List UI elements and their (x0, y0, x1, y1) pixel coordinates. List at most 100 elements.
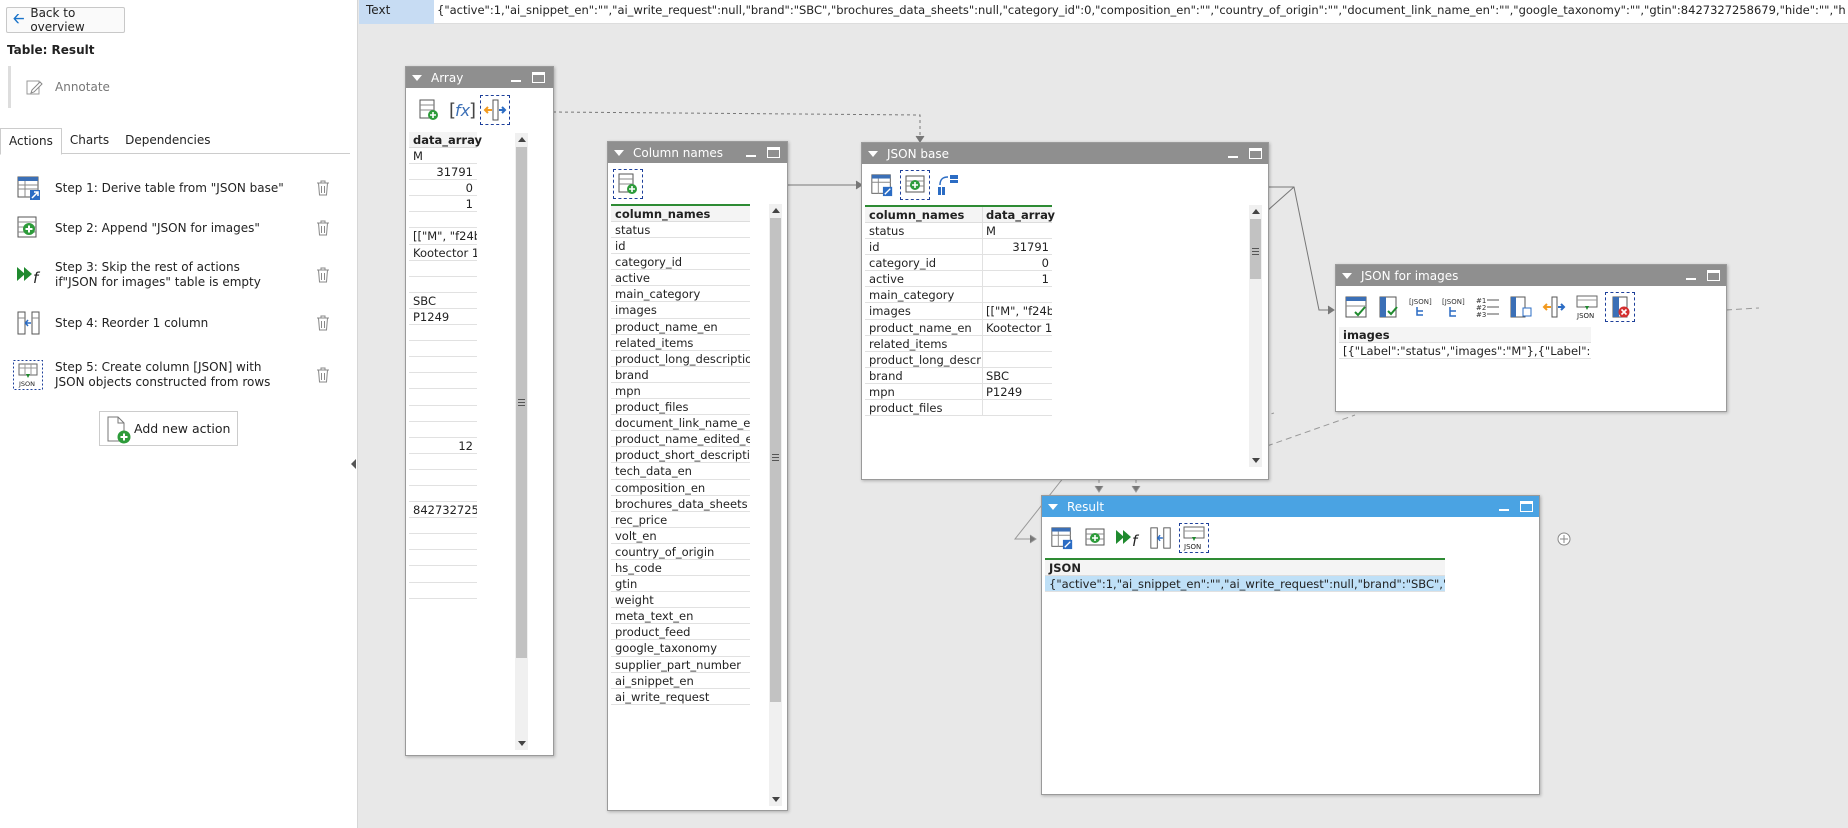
cell-column-name[interactable]: status (865, 223, 983, 239)
node-json-for-images[interactable]: JSON for images [JSON] [JSON] #1 #2 #3 J… (1335, 264, 1727, 412)
table-row[interactable]: 31791 (409, 164, 477, 181)
table-row[interactable]: images (611, 302, 750, 319)
reorder-button[interactable] (1146, 523, 1176, 553)
cell-column-name[interactable]: main_category (865, 287, 983, 303)
table-row[interactable] (409, 389, 477, 406)
filter-table-button[interactable] (1341, 292, 1371, 322)
append-table-button[interactable] (414, 95, 444, 125)
table-row[interactable]: ai_write_request (611, 689, 750, 705)
cell-column-name[interactable]: images (865, 303, 983, 319)
step-1[interactable]: Step 1: Derive table from "JSON base" (0, 175, 350, 201)
table-row[interactable]: brand (611, 367, 750, 383)
table-row[interactable]: ai_snippet_en (611, 673, 750, 689)
table-row[interactable]: mpn (611, 383, 750, 400)
scroll-up-icon[interactable] (1252, 209, 1260, 214)
cell-column-name[interactable]: product_files (865, 400, 983, 416)
append-table-button[interactable] (1080, 523, 1110, 553)
table-row[interactable]: product_name_en (611, 319, 750, 335)
table-row[interactable]: status M (865, 223, 1052, 240)
cell-column-name[interactable]: brand (865, 367, 983, 383)
collapse-triangle-icon[interactable] (1048, 503, 1058, 510)
node-result[interactable]: Result f JSON JSON {"active":1,"ai_snipp… (1041, 495, 1540, 795)
json-column-button[interactable]: JSON (1179, 523, 1209, 553)
data-grid[interactable]: column_names status id category_id active ma… (611, 204, 750, 705)
collapse-triangle-icon[interactable] (614, 149, 624, 156)
table-row[interactable]: product_short_descripti... (611, 447, 750, 464)
table-row[interactable]: status (611, 222, 750, 239)
scroll-up-icon[interactable] (518, 137, 526, 142)
cell-data-array[interactable] (983, 400, 1052, 415)
node-column-names[interactable]: Column names column_names status id catego… (607, 141, 788, 811)
table-row[interactable]: Kootector 12... (409, 245, 477, 261)
table-row[interactable] (409, 550, 477, 567)
column-header[interactable]: data_array (409, 132, 482, 148)
scroll-thumb[interactable] (1250, 219, 1261, 279)
table-row[interactable]: 84273272586... (409, 502, 477, 519)
minimize-icon[interactable] (1228, 156, 1238, 158)
cell-data-array[interactable]: P1249 (983, 384, 1052, 399)
scroll-down-icon[interactable] (772, 797, 780, 802)
back-to-overview-button[interactable]: 🡠 Back to overview (6, 6, 125, 34)
table-row[interactable]: id 31791 (865, 239, 1052, 256)
table-row[interactable] (409, 518, 477, 535)
table-row[interactable]: supplier_part_number (611, 657, 750, 673)
table-row[interactable]: country_of_origin (611, 544, 750, 560)
table-row[interactable]: product_name_edited_en (611, 431, 750, 448)
delete-column-button[interactable] (1605, 292, 1635, 322)
node-json-base[interactable]: JSON base column_names data_array status… (861, 142, 1269, 480)
table-row[interactable]: product_files (865, 400, 1052, 417)
node-array[interactable]: Array [fx] data_array M3179101 [["M", "f2… (405, 66, 554, 756)
vertical-scrollbar[interactable] (769, 204, 782, 806)
table-row[interactable]: category_id (611, 254, 750, 271)
table-row[interactable]: 1 (409, 196, 477, 213)
parse-json-button[interactable]: [JSON] (1407, 292, 1437, 322)
node-header[interactable]: JSON base (862, 143, 1268, 164)
table-row[interactable]: product_feed (611, 624, 750, 641)
table-row[interactable]: document_link_name_en (611, 415, 750, 432)
table-row[interactable]: main_category (611, 286, 750, 303)
cell-data-array[interactable] (983, 287, 1052, 302)
table-row[interactable]: images[["M", "f24b6... (865, 303, 1052, 320)
cell-data-array[interactable] (983, 336, 1052, 351)
table-row[interactable]: gtin (611, 576, 750, 593)
maximize-icon[interactable] (532, 72, 545, 83)
append-table-button[interactable] (900, 170, 930, 200)
cell-column-name[interactable]: related_items (865, 335, 983, 351)
cell-column-name[interactable]: mpn (865, 383, 983, 400)
derive-table-button[interactable] (1047, 523, 1077, 553)
collapse-triangle-icon[interactable] (1342, 272, 1352, 279)
minimize-icon[interactable] (1686, 278, 1696, 280)
table-row[interactable] (409, 470, 477, 486)
trash-icon[interactable] (316, 267, 330, 283)
table-row[interactable] (409, 406, 477, 422)
data-grid[interactable]: data_array M3179101 [["M", "f24b6...Koote… (409, 132, 482, 599)
table-row[interactable]: rec_price (611, 512, 750, 528)
table-row[interactable] (409, 422, 477, 438)
step-4[interactable]: Step 4: Reorder 1 column (0, 310, 350, 336)
table-row[interactable] (409, 373, 477, 390)
table-row[interactable] (409, 212, 477, 229)
column-header[interactable]: JSON (1045, 560, 1445, 576)
step-5[interactable]: JSON Step 5: Create column [JSON] with J… (0, 360, 350, 390)
column-header[interactable]: column_names (865, 207, 983, 222)
table-row[interactable]: tech_data_en (611, 463, 750, 480)
trash-icon[interactable] (316, 367, 330, 383)
parse-json-columns-button[interactable]: [JSON] (1440, 292, 1470, 322)
annotate-button[interactable]: Annotate (8, 66, 348, 108)
reorder-button[interactable] (480, 95, 510, 125)
table-row[interactable] (409, 325, 477, 342)
formula-button[interactable]: [fx] (447, 95, 477, 125)
json-column-button[interactable]: JSON (1572, 292, 1602, 322)
collapse-triangle-icon[interactable] (868, 150, 878, 157)
table-row[interactable]: product_name_enKootector 12... (865, 319, 1052, 336)
table-row[interactable]: P1249 (409, 309, 477, 326)
table-row[interactable]: id (611, 238, 750, 255)
table-row[interactable]: volt_en (611, 528, 750, 544)
collapse-triangle-icon[interactable] (412, 74, 422, 81)
cell-data-array[interactable]: SBC (983, 368, 1052, 383)
cell-data-array[interactable]: Kootector 12... (983, 320, 1052, 335)
table-row[interactable]: [{"Label":"status","images":"M"},{"Label… (1339, 343, 1591, 360)
maximize-icon[interactable] (1520, 501, 1533, 512)
workflow-canvas[interactable]: Array [fx] data_array M3179101[["M", "f2… (359, 25, 1848, 828)
table-row[interactable]: SBC (409, 293, 477, 309)
